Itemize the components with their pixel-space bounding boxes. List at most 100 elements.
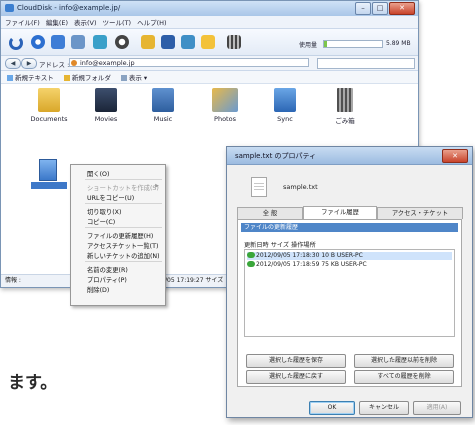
menu-file[interactable]: ファイル(F) (5, 17, 40, 27)
settings-icon[interactable] (71, 35, 85, 49)
history-entry-icon (247, 252, 255, 258)
folder-music[interactable]: Music (135, 88, 191, 123)
folder-label: Music (153, 115, 173, 123)
maximize-button[interactable]: □ (372, 2, 388, 15)
menu-separator (85, 227, 162, 228)
menu-view[interactable]: 表示(V) (74, 17, 97, 27)
delete-all-history-button[interactable]: すべての履歴を削除 (354, 370, 454, 384)
history-list[interactable]: 2012/09/05 17:18:30 10 B USER-PC 2012/09… (244, 249, 455, 337)
minimize-button[interactable]: – (355, 2, 371, 15)
window-controls: – □ ✕ (354, 2, 415, 15)
toolbar: 使用量 5.89 MB (1, 29, 418, 56)
save-selected-history-button[interactable]: 選択した履歴を保存 (246, 354, 346, 368)
menu-cut[interactable]: 切り取り(X) (87, 207, 121, 216)
menu-separator (85, 179, 162, 180)
menu-open[interactable]: 開く(O) (87, 169, 109, 178)
app-icon (5, 4, 14, 12)
copy-icon[interactable] (161, 35, 175, 49)
menu-copy-url[interactable]: URLをコピー(U) (87, 193, 134, 202)
folder-trash[interactable]: ごみ箱 (317, 88, 373, 125)
context-menu: 開く(O) ショートカットを作成(S) ▶ URLをコピー(U) 切り取り(X)… (70, 164, 166, 306)
window-title: CloudDisk - info@example.jp/ (17, 4, 121, 12)
view-button[interactable]: 表示 ▾ (120, 72, 147, 82)
history-row[interactable]: 2012/09/05 17:18:59 75 KB USER-PC (247, 261, 452, 269)
quota-bar (323, 40, 383, 48)
photos-folder-icon (212, 88, 238, 112)
close-button[interactable]: ✕ (389, 2, 415, 15)
trash-bin-icon (337, 88, 353, 112)
menu-help[interactable]: ヘルプ(H) (137, 17, 166, 27)
tab-general[interactable]: 全 般 (237, 207, 303, 219)
menu-separator (85, 203, 162, 204)
document-icon (251, 177, 267, 197)
documents-folder-icon (38, 88, 60, 112)
menu-file-history[interactable]: ファイルの更新履歴(H) (87, 231, 153, 240)
history-row-text: 2012/09/05 17:18:30 10 B USER-PC (256, 252, 363, 259)
title-bar[interactable]: CloudDisk - info@example.jp/ – □ ✕ (1, 1, 418, 17)
menu-tools[interactable]: ツール(T) (103, 17, 132, 27)
menu-add-ticket[interactable]: 新しいチケットの追加(N) (87, 251, 160, 260)
folder-label: Photos (214, 115, 236, 123)
folder-label: Sync (277, 115, 293, 123)
menu-properties[interactable]: プロパティ(P) (87, 275, 127, 284)
paste-icon[interactable] (181, 35, 195, 49)
back-button[interactable]: ◀ (5, 58, 21, 69)
quota-label: 使用量 (299, 42, 318, 49)
view-icon (120, 75, 127, 81)
tab-file-history[interactable]: ファイル履歴 (303, 206, 377, 219)
new-text-button[interactable]: 新規テキスト (7, 72, 54, 82)
apply-button[interactable]: 適用(A) (413, 401, 461, 415)
menu-rename[interactable]: 名前の変更(R) (87, 265, 128, 274)
menu-separator (85, 261, 162, 262)
status-left: 情報 : (5, 277, 21, 284)
refresh-icon[interactable] (31, 35, 45, 49)
cancel-button[interactable]: キャンセル (359, 401, 409, 415)
history-entry-icon (247, 261, 255, 267)
dialog-title-bar[interactable]: sample.txt のプロパティ ✕ (227, 147, 472, 165)
menu-edit[interactable]: 編集(E) (46, 17, 68, 27)
folder-up-icon[interactable] (141, 35, 155, 49)
address-bar: ◀ ▶ アドレス : info@example.jp (1, 56, 418, 71)
new-folder-icon (63, 75, 70, 81)
disconnect-icon[interactable] (9, 36, 23, 50)
quota-fill (324, 41, 327, 47)
history-row[interactable]: 2012/09/05 17:18:30 10 B USER-PC (247, 252, 452, 260)
trash-icon[interactable] (227, 35, 241, 49)
address-input[interactable]: info@example.jp (69, 58, 309, 67)
delete-before-selected-button[interactable]: 選択した履歴以前を削除 (354, 354, 454, 368)
menu-access-tickets[interactable]: アクセスチケット一覧(T) (87, 241, 158, 250)
tab-strip: 全 般 ファイル履歴 アクセス・チケット (237, 206, 463, 219)
menu-create-shortcut[interactable]: ショートカットを作成(S) (87, 183, 159, 192)
selected-file[interactable] (31, 159, 67, 195)
folder-photos[interactable]: Photos (197, 88, 253, 123)
music-folder-icon (152, 88, 174, 112)
new-text-icon (7, 75, 13, 81)
tab-access-ticket[interactable]: アクセス・チケット (377, 207, 463, 219)
folder-label: ごみ箱 (335, 117, 355, 125)
forward-button[interactable]: ▶ (21, 58, 37, 69)
folder-movies[interactable]: Movies (78, 88, 134, 123)
menu-delete[interactable]: 削除(D) (87, 285, 109, 294)
folder-label: Movies (94, 115, 118, 123)
properties-dialog: sample.txt のプロパティ ✕ sample.txt 全 般 ファイル履… (226, 146, 473, 418)
text-file-icon (39, 159, 57, 181)
upload-icon[interactable] (51, 35, 65, 49)
file-name: sample.txt (283, 183, 318, 191)
submenu-arrow-icon: ▶ (155, 183, 159, 189)
search-input[interactable] (317, 58, 415, 69)
sync-folder-icon (274, 88, 296, 112)
clock-icon[interactable] (115, 35, 129, 49)
new-folder-button[interactable]: 新規フォルダ (63, 72, 111, 82)
folder-documents[interactable]: Documents (21, 88, 77, 123)
history-panel: ファイルの更新履歴 更新日時 サイズ 操作場所 2012/09/05 17:18… (237, 219, 462, 387)
history-row-text: 2012/09/05 17:18:59 75 KB USER-PC (256, 261, 367, 268)
restore-selected-history-button[interactable]: 選択した履歴に戻す (246, 370, 346, 384)
properties-icon[interactable] (201, 35, 215, 49)
menu-copy[interactable]: コピー(C) (87, 217, 115, 226)
dialog-close-button[interactable]: ✕ (442, 149, 468, 163)
movies-folder-icon (95, 88, 117, 112)
caption-text: ます。 (8, 373, 58, 393)
ok-button[interactable]: OK (309, 401, 355, 415)
network-icon[interactable] (93, 35, 107, 49)
folder-sync[interactable]: Sync (257, 88, 313, 123)
